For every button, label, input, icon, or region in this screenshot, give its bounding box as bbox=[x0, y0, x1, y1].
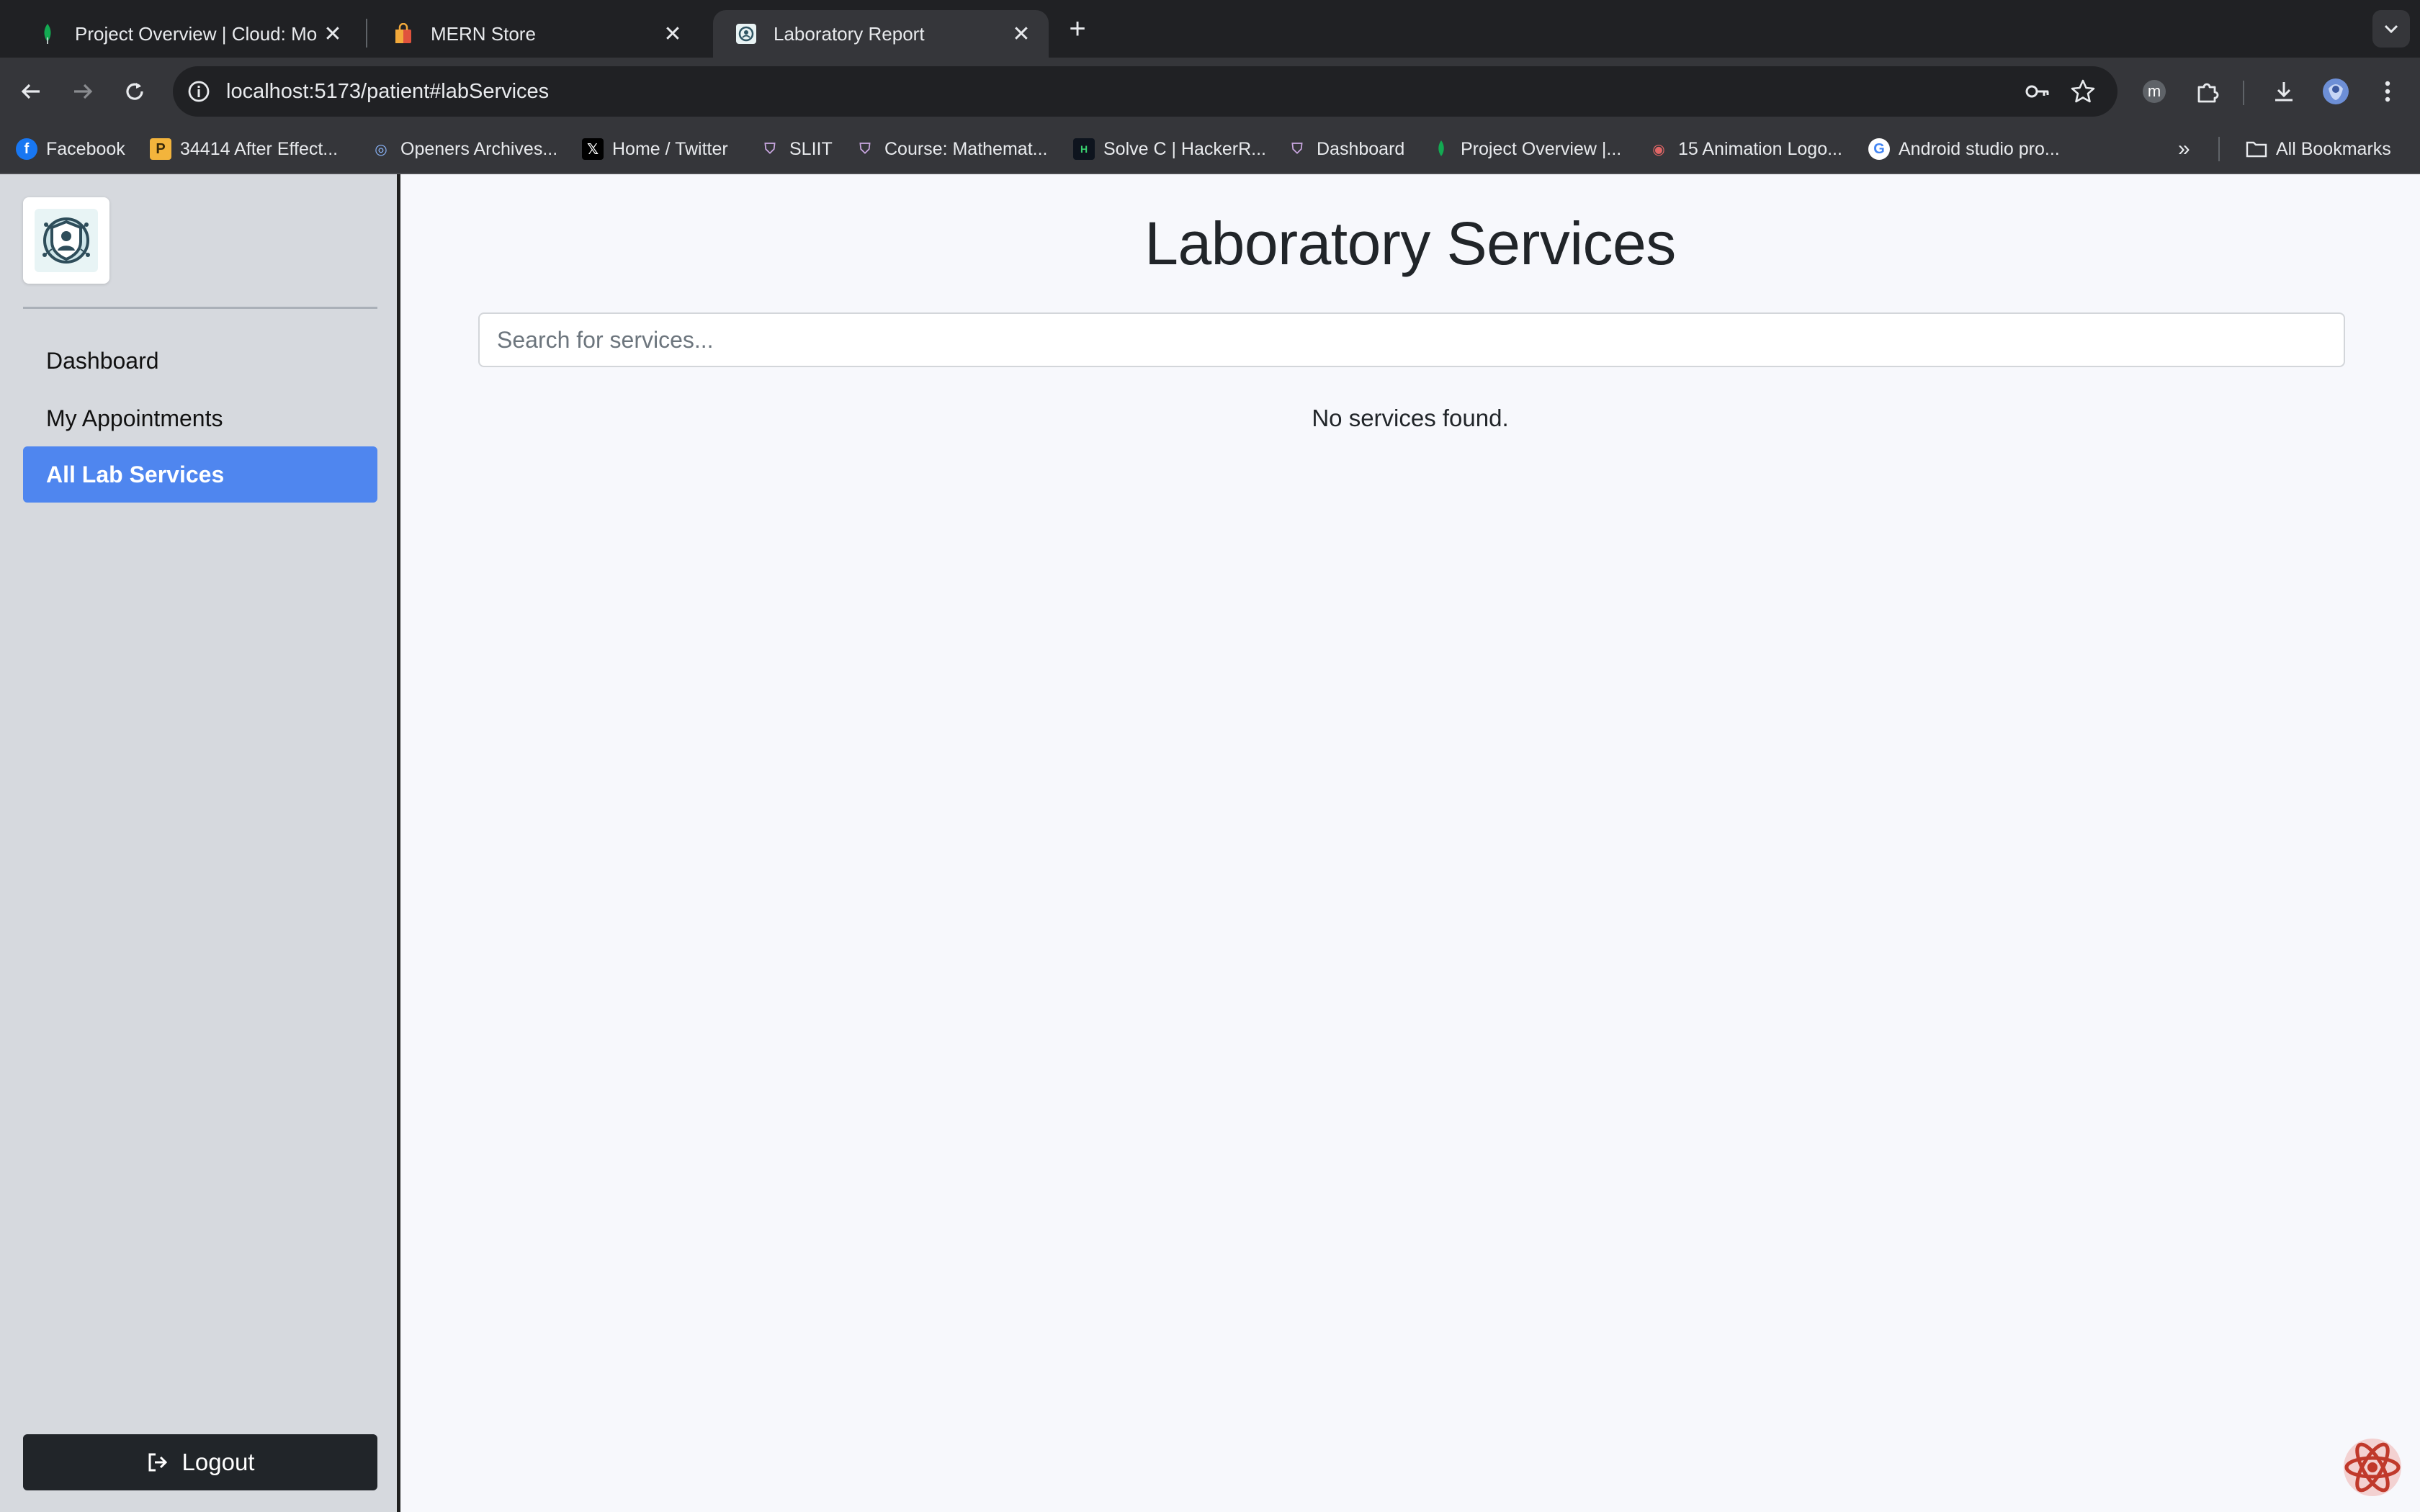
bookmarks-bar: f Facebook P 34414 After Effect... ◎ Ope… bbox=[0, 125, 2420, 174]
bookmark-label: Dashboard bbox=[1317, 138, 1405, 159]
sliit-icon: ⛉ bbox=[859, 140, 871, 157]
tab-title: Laboratory Report bbox=[774, 22, 925, 45]
sliit-icon: ⛉ bbox=[1291, 140, 1303, 157]
page-title: Laboratory Services bbox=[1144, 210, 1676, 277]
back-arrow-icon[interactable] bbox=[13, 73, 49, 109]
sidebar-item-all-lab-services[interactable]: All Lab Services bbox=[23, 446, 377, 503]
google-icon: G bbox=[1868, 138, 1890, 160]
sidebar-divider bbox=[23, 307, 377, 309]
more-menu-icon[interactable] bbox=[2370, 73, 2406, 109]
bookmark-after-effects[interactable]: P 34414 After Effect... bbox=[150, 125, 338, 173]
mongodb-leaf-icon bbox=[1430, 138, 1452, 160]
lab-logo-icon bbox=[735, 22, 758, 45]
tab-laboratory-report[interactable]: Laboratory Report ✕ bbox=[713, 10, 1049, 58]
avatar[interactable] bbox=[2318, 73, 2354, 109]
toolbar-divider bbox=[2243, 81, 2244, 105]
bookmark-star-icon[interactable] bbox=[2070, 78, 2096, 104]
logout-label: Logout bbox=[182, 1449, 255, 1475]
bookmark-sliit[interactable]: ⛉ SLIIT bbox=[759, 125, 833, 173]
tab-search-chevron-icon[interactable] bbox=[2372, 10, 2410, 48]
bookmark-label: Home / Twitter bbox=[612, 138, 728, 159]
bookmark-label: SLIIT bbox=[789, 138, 833, 159]
browser-tab-strip: Project Overview | Cloud: Mo ✕ MERN Stor… bbox=[0, 0, 2420, 58]
bookmark-label: 15 Animation Logo... bbox=[1678, 138, 1842, 159]
close-icon[interactable]: ✕ bbox=[660, 21, 686, 47]
bookmark-divider bbox=[2218, 137, 2220, 161]
tab-title: MERN Store bbox=[431, 22, 536, 45]
bookmark-label: Android studio pro... bbox=[1899, 138, 2060, 159]
tab-title: Project Overview | Cloud: Mo bbox=[75, 22, 318, 45]
bookmark-project-overview[interactable]: Project Overview |... bbox=[1430, 125, 1621, 173]
sidebar-item-my-appointments[interactable]: My Appointments bbox=[23, 390, 377, 446]
bookmark-label: Openers Archives... bbox=[400, 138, 558, 159]
bookmark-dashboard[interactable]: ⛉ Dashboard bbox=[1286, 125, 1405, 173]
lab-logo-icon bbox=[35, 209, 98, 272]
sliit-icon: ⛉ bbox=[764, 140, 776, 157]
bookmark-label: Facebook bbox=[46, 138, 125, 159]
animation-icon: ◉ bbox=[1652, 141, 1665, 158]
reload-icon[interactable] bbox=[117, 73, 153, 109]
bookmark-openers[interactable]: ◎ Openers Archives... bbox=[370, 125, 557, 173]
search-input[interactable] bbox=[478, 312, 2345, 367]
x-twitter-icon: 𝕏 bbox=[582, 138, 604, 160]
openers-icon: ◎ bbox=[375, 141, 387, 158]
facebook-icon: f bbox=[16, 138, 37, 160]
bookmark-animation-logo[interactable]: ◉ 15 Animation Logo... bbox=[1648, 125, 1842, 173]
react-devtools-icon[interactable] bbox=[2342, 1437, 2403, 1498]
p-icon: P bbox=[150, 138, 171, 160]
profile-letter: m bbox=[2148, 82, 2161, 100]
logout-button[interactable]: Logout bbox=[23, 1434, 377, 1490]
bookmark-label: Project Overview |... bbox=[1461, 138, 1622, 159]
bookmark-label: Solve C | HackerR... bbox=[1103, 138, 1267, 159]
address-bar[interactable]: localhost:5173/patient#labServices bbox=[173, 66, 2118, 117]
mongodb-leaf-icon bbox=[36, 22, 59, 45]
bookmark-facebook[interactable]: f Facebook bbox=[16, 125, 125, 173]
bookmark-label: 34414 After Effect... bbox=[180, 138, 339, 159]
store-bag-icon bbox=[392, 22, 415, 45]
main-content: Laboratory Services No services found. bbox=[400, 174, 2420, 1512]
password-key-icon[interactable] bbox=[2024, 78, 2050, 104]
app-logo[interactable] bbox=[23, 197, 109, 284]
sidebar: Dashboard My Appointments All Lab Servic… bbox=[0, 174, 400, 1512]
bookmark-label: All Bookmarks bbox=[2276, 138, 2391, 159]
tab-divider bbox=[366, 19, 367, 48]
hackerrank-icon: H bbox=[1073, 138, 1095, 160]
bookmark-course[interactable]: ⛉ Course: Mathemat... bbox=[854, 125, 1048, 173]
site-info-icon[interactable] bbox=[186, 78, 212, 104]
close-icon[interactable]: ✕ bbox=[320, 21, 346, 47]
bookmark-label: Course: Mathemat... bbox=[884, 138, 1048, 159]
sidebar-item-dashboard[interactable]: Dashboard bbox=[23, 333, 377, 389]
all-bookmarks[interactable]: All Bookmarks bbox=[2246, 125, 2391, 173]
close-icon[interactable]: ✕ bbox=[1008, 21, 1034, 47]
bookmark-hackerrank[interactable]: H Solve C | HackerR... bbox=[1073, 125, 1266, 173]
tab-mern-store[interactable]: MERN Store ✕ bbox=[370, 10, 700, 58]
download-icon[interactable] bbox=[2266, 73, 2302, 109]
url-text: localhost:5173/patient#labServices bbox=[226, 80, 550, 103]
forward-arrow-icon[interactable] bbox=[65, 73, 101, 109]
bookmark-android-studio[interactable]: G Android studio pro... bbox=[1868, 125, 2060, 173]
empty-state-message: No services found. bbox=[1312, 405, 1509, 431]
bookmark-twitter[interactable]: 𝕏 Home / Twitter bbox=[582, 125, 728, 173]
logout-icon bbox=[146, 1451, 169, 1474]
extensions-puzzle-icon[interactable] bbox=[2190, 73, 2226, 109]
folder-icon bbox=[2246, 138, 2267, 160]
profile-m-extension-icon[interactable]: m bbox=[2136, 73, 2172, 109]
browser-toolbar: localhost:5173/patient#labServices m bbox=[0, 58, 2420, 125]
new-tab-plus-icon[interactable]: + bbox=[1063, 13, 1092, 45]
more-bookmarks-chevron-icon[interactable]: » bbox=[2178, 125, 2190, 173]
tab-project-overview[interactable]: Project Overview | Cloud: Mo ✕ bbox=[14, 10, 360, 58]
